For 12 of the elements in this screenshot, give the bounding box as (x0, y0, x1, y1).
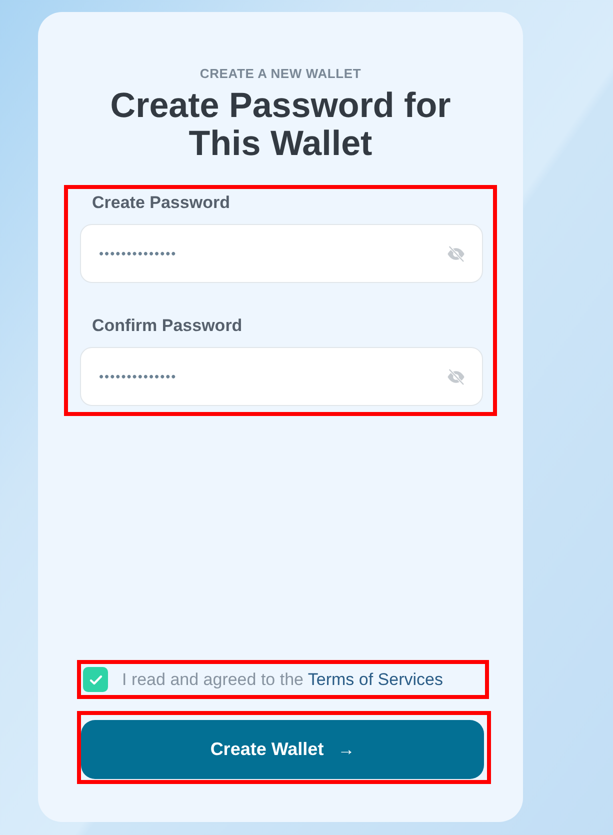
eye-slash-icon[interactable] (446, 366, 466, 386)
terms-link[interactable]: Terms of Services (308, 670, 443, 688)
checkbox[interactable] (83, 667, 108, 692)
terms-text: I read and agreed to the Terms of Services (122, 670, 443, 690)
eye-slash-icon[interactable] (446, 244, 466, 264)
field-label: Create Password (92, 193, 231, 213)
field-label: Confirm Password (92, 316, 244, 336)
page-title: Create Password for This Wallet (109, 87, 452, 163)
password-field[interactable]: •••••••••••••• (80, 224, 483, 283)
create-wallet-button[interactable]: Create Wallet → (81, 720, 484, 779)
password-field[interactable]: •••••••••••••• (80, 347, 483, 406)
eyebrow-text: CREATE A NEW WALLET (198, 66, 362, 81)
